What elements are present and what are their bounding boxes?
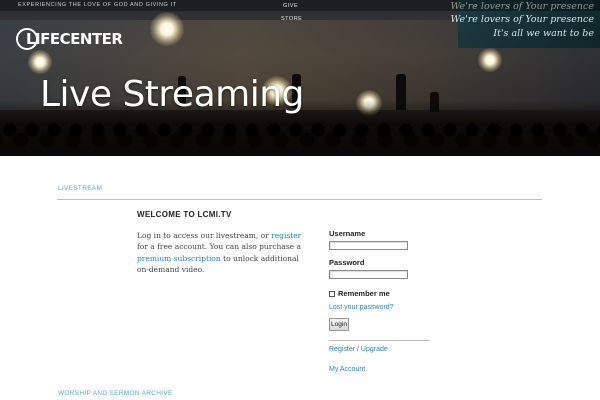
nav-store[interactable]: STORE	[281, 16, 302, 22]
logo-text: LIFECENTER	[26, 30, 123, 48]
site-logo[interactable]: LIFECENTER	[16, 28, 123, 50]
password-label: Password	[329, 258, 365, 267]
register-upgrade-link[interactable]: Register / Upgrade	[329, 346, 388, 353]
divider	[329, 340, 430, 341]
stage-light	[150, 12, 184, 46]
stage-light	[28, 50, 52, 74]
page-title: Live Streaming	[40, 74, 304, 115]
welcome-heading: WELCOME TO LCMI.TV	[137, 210, 232, 219]
lyrics-line-2: We're lovers of Your presence	[450, 14, 595, 25]
archive-heading[interactable]: WORSHIP AND SERMON ARCHIVE	[58, 390, 173, 397]
welcome-text: Log in to access our livestream, or regi…	[137, 230, 313, 275]
username-input[interactable]	[329, 241, 408, 250]
stage-light	[478, 48, 502, 72]
welcome-text-part: for a free account. You can also purchas…	[137, 242, 301, 252]
lyrics-line-3: It's all we want to be	[493, 28, 594, 39]
hero-banner: We're lovers of Your presence We're love…	[0, 0, 600, 156]
site-tagline: EXPERIENCING THE LOVE OF GOD AND GIVING …	[18, 2, 177, 8]
welcome-text-part: Log in to access our livestream, or	[137, 231, 272, 240]
divider	[57, 199, 542, 200]
password-input[interactable]	[329, 270, 408, 279]
login-form: Username Password	[329, 229, 439, 279]
register-link[interactable]: register	[271, 231, 301, 240]
remember-me[interactable]: Remember me	[329, 289, 390, 298]
username-label: Username	[329, 229, 366, 238]
premium-subscription-link[interactable]: premium subscription	[137, 254, 221, 263]
crowd-silhouettes	[0, 112, 600, 156]
remember-me-label: Remember me	[338, 289, 390, 298]
login-button[interactable]: Login	[329, 318, 349, 331]
lost-password-link[interactable]: Lost your password?	[329, 304, 394, 311]
breadcrumb[interactable]: LIVESTREAM	[58, 185, 102, 192]
remember-me-checkbox[interactable]	[329, 290, 335, 297]
nav-give[interactable]: GIVE	[283, 3, 298, 9]
my-account-link[interactable]: My Account	[329, 366, 365, 373]
